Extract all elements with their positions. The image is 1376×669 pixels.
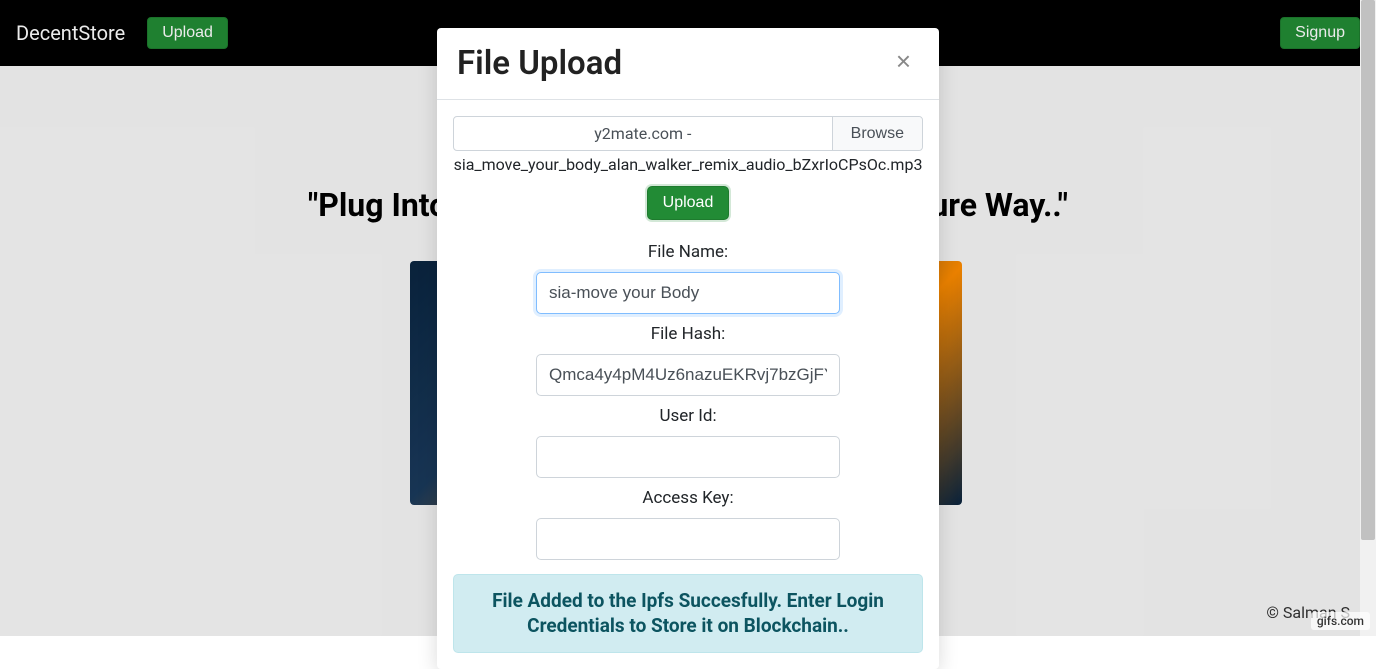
scrollbar-track[interactable] [1360,0,1376,636]
selected-filename: sia_move_your_body_alan_walker_remix_aud… [453,155,923,174]
modal-body: y2mate.com - Browse sia_move_your_body_a… [437,100,939,669]
modal-title: File Upload [457,44,622,83]
status-message: File Added to the Ipfs Succesfully. Ente… [453,574,923,653]
upload-button[interactable]: Upload [647,186,730,220]
file-name-input[interactable] [536,272,840,314]
gifs-watermark: gifs.com [1311,612,1370,630]
user-id-label: User Id: [453,406,923,426]
access-key-label: Access Key: [453,488,923,508]
scrollbar-thumb[interactable] [1361,0,1375,540]
modal-overlay[interactable]: File Upload × y2mate.com - Browse sia_mo… [0,0,1376,636]
file-hash-label: File Hash: [453,324,923,344]
file-hash-input[interactable] [536,354,840,396]
file-upload-modal: File Upload × y2mate.com - Browse sia_mo… [437,28,939,669]
browse-button[interactable]: Browse [832,117,922,150]
close-icon[interactable]: × [888,44,919,78]
modal-header: File Upload × [437,28,939,100]
file-chooser[interactable]: y2mate.com - Browse [453,116,923,151]
file-chooser-display: y2mate.com - [454,117,832,150]
user-id-input[interactable] [536,436,840,478]
file-name-label: File Name: [453,242,923,262]
access-key-input[interactable] [536,518,840,560]
